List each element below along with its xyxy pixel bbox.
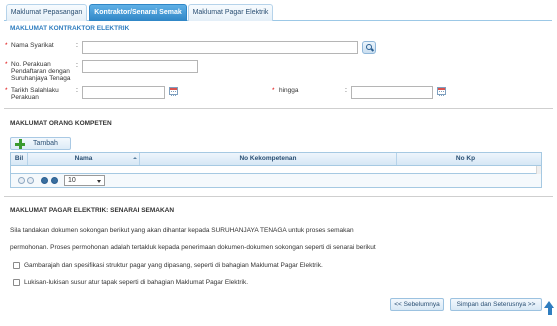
column-header-bil[interactable]: Bil xyxy=(11,153,28,165)
until-label: hingga xyxy=(279,87,299,94)
column-header-no-kp[interactable]: No Kp xyxy=(397,153,534,165)
registration-label-line-2: Pendaftaran dengan xyxy=(11,68,70,75)
validity-label-line-2: Perakuan xyxy=(11,94,39,101)
page-size-value: 10 xyxy=(68,177,76,184)
colon: : xyxy=(76,42,78,49)
colon: : xyxy=(345,87,347,94)
grid-body xyxy=(11,166,541,174)
registration-label-line-1: No. Perakuan xyxy=(11,61,51,68)
required-mark: * xyxy=(5,61,8,68)
colon: : xyxy=(76,62,78,69)
grid-header: Bil Nama No Kekompetenan No Kp xyxy=(11,153,541,166)
section-title-checklist: MAKLUMAT PAGAR ELEKTRIK: SENARAI SEMAKAN xyxy=(10,207,175,214)
calendar-icon[interactable] xyxy=(437,87,446,96)
validity-label-line-1: Tarikh Salahlaku xyxy=(11,87,59,94)
chevron-down-icon xyxy=(97,180,101,183)
add-button-label: Tambah xyxy=(33,140,58,147)
first-page-icon[interactable] xyxy=(18,177,25,184)
competent-person-grid: Bil Nama No Kekompetenan No Kp 10 xyxy=(10,152,542,188)
registration-label-line-3: Suruhanjaya Tenaga xyxy=(11,75,71,82)
sort-icon xyxy=(133,157,137,159)
required-mark: * xyxy=(272,87,275,94)
checklist-item-1-label: Gambarajah dan spesifikasi struktur paga… xyxy=(24,262,323,269)
last-page-icon[interactable] xyxy=(51,177,58,184)
checklist-intro-line-1: Sila tandakan dokumen sokongan berikut y… xyxy=(10,227,354,234)
required-mark: * xyxy=(5,87,8,94)
validity-start-date-input[interactable] xyxy=(82,86,165,99)
checklist-item-2-label: Lukisan-lukisan susur atur tapak seperti… xyxy=(24,279,249,286)
grid-pager: 10 xyxy=(11,174,541,187)
plus-icon xyxy=(15,139,25,149)
add-competent-person-button[interactable]: Tambah xyxy=(10,137,71,150)
column-header-nama[interactable]: Nama xyxy=(28,153,140,165)
page-size-select[interactable]: 10 xyxy=(64,175,105,186)
checklist-intro-line-2: permohonan. Proses permohonan adalah ter… xyxy=(10,244,376,251)
calendar-icon[interactable] xyxy=(169,87,178,96)
search-company-button[interactable] xyxy=(362,41,376,54)
save-and-next-button[interactable]: Simpan dan Seterusnya >> xyxy=(450,298,542,311)
required-mark: * xyxy=(5,42,8,49)
tab-maklumat-pagar-elektrik[interactable]: Maklumat Pagar Elektrik xyxy=(188,4,273,21)
next-page-icon[interactable] xyxy=(41,177,48,184)
checklist-checkbox-1[interactable] xyxy=(13,262,20,269)
column-header-no-kekompetenan[interactable]: No Kekompetenan xyxy=(140,153,397,165)
tab-maklumat-pepasangan[interactable]: Maklumat Pepasangan xyxy=(6,4,87,21)
company-name-label: Nama Syarikat xyxy=(11,42,54,49)
tab-kontraktor-senarai-semak[interactable]: Kontraktor/Senarai Semak xyxy=(89,4,187,21)
section-title-competent-person: MAKLUMAT ORANG KOMPETEN xyxy=(10,120,112,127)
previous-button[interactable]: << Sebelumnya xyxy=(390,298,444,311)
divider xyxy=(4,196,553,197)
divider xyxy=(4,108,553,109)
tab-bar: Maklumat Pepasangan Kontraktor/Senarai S… xyxy=(4,4,552,21)
section-title-contractor: MAKLUMAT KONTRAKTOR ELEKTRIK xyxy=(10,25,130,32)
checklist-checkbox-2[interactable] xyxy=(13,279,20,286)
company-name-input[interactable] xyxy=(82,41,358,54)
validity-end-date-input[interactable] xyxy=(351,86,433,99)
scroll-to-top-icon[interactable] xyxy=(544,301,555,315)
prev-page-icon[interactable] xyxy=(27,177,34,184)
registration-number-input[interactable] xyxy=(82,60,198,73)
colon: : xyxy=(76,87,78,94)
